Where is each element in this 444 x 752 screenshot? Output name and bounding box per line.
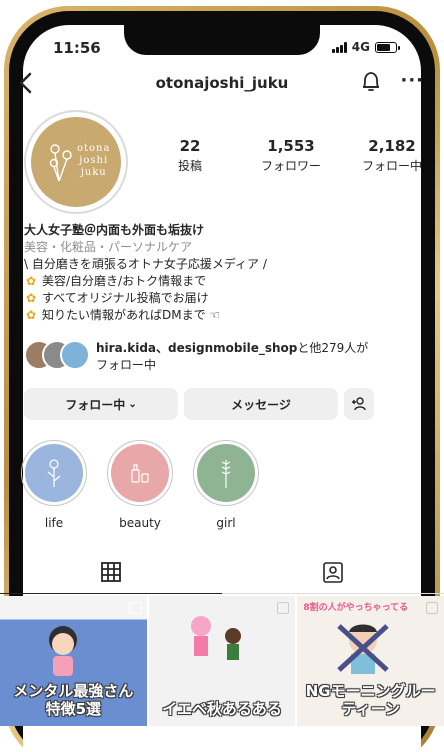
followed-by-suffix: と他279人が: [297, 341, 369, 355]
post-illustration: [49, 626, 77, 676]
highlight-cover: [25, 444, 83, 502]
highlight-cover: [111, 444, 169, 502]
post-thumbnail[interactable]: イエベ秋あるある: [148, 596, 296, 726]
profile-bio: 大人女子塾＠内面も外面も垢抜け 美容・化粧品・パーソナルケア \ 自分磨きを頑張…: [24, 222, 426, 324]
follower-avatars: [24, 340, 92, 370]
followers-count: 1,553: [267, 137, 315, 155]
highlight-label: girl: [216, 516, 236, 530]
cosmetics-icon: [131, 464, 149, 483]
highlight-label: life: [44, 516, 64, 530]
chevron-down-icon: ⌄: [128, 398, 137, 410]
highlight-cover: [197, 444, 255, 502]
avatar-text-line: juku: [80, 167, 107, 178]
avatar-logo-circle: otona joshi juku: [31, 117, 121, 207]
multiple-images-icon: [128, 602, 141, 614]
following-label: フォロー中: [361, 159, 422, 173]
bio-line-item: ✿ 知りたい情報があればDMまで ☜: [24, 307, 426, 324]
following-stat[interactable]: 2,182 フォロー中: [352, 137, 432, 174]
story-highlights: life beauty girl: [14, 440, 444, 530]
highlight-girl[interactable]: girl: [186, 440, 266, 530]
post-thumbnail[interactable]: 8割の人がやっちゃってる NGモーニングルーティーン: [297, 596, 444, 726]
highlight-label: beauty: [119, 516, 161, 530]
multiple-images-icon: [277, 602, 290, 614]
posts-grid: メンタル最強さん特徴5選 イエベ秋あるある 8割の人がやっちゃってる NGモーニ…: [0, 596, 444, 726]
network-label: 4G: [351, 40, 370, 54]
grid-icon: [101, 561, 121, 582]
add-person-icon: [352, 397, 366, 411]
tab-posts-grid[interactable]: [0, 550, 222, 594]
avatar: [60, 340, 90, 370]
followed-by-text: hira.kida、designmobile_shopと他279人が フォロー中: [96, 340, 368, 374]
tagged-person-icon: [323, 561, 343, 583]
bio-line: \ 自分磨きを頑張るオトナ女子応援メディア /: [24, 257, 267, 271]
followers-label: フォロワー: [260, 159, 321, 173]
post-title: NGモーニングルーティーン: [305, 682, 436, 718]
bio-line-item: ✿ すべてオリジナル投稿でお届け: [24, 290, 426, 307]
status-time: 11:56: [53, 39, 101, 57]
add-person-button[interactable]: [344, 388, 374, 420]
signal-icon: [331, 41, 347, 53]
bio-line-item: ✿ 美容/自分磨き/おトク情報まで: [24, 273, 426, 290]
post-title: イエベ秋あるある: [162, 700, 282, 718]
bio-line: すべてオリジナル投稿でお届け: [42, 291, 209, 305]
profile-name: 大人女子塾＠内面も外面も垢抜け: [24, 223, 205, 237]
status-bar: 11:56 4G: [23, 25, 421, 69]
profile-header: otonajoshi_juku ···: [0, 68, 444, 102]
sunflower-icon: ✿: [25, 274, 37, 288]
following-button[interactable]: フォロー中 ⌄: [24, 388, 178, 420]
highlight-ring: [193, 440, 259, 506]
profile-tabs: [0, 550, 444, 594]
flower-icon: [47, 459, 61, 487]
profile-stats: 22 投稿 1,553 フォロワー 2,182 フォロー中: [150, 137, 432, 174]
posts-label: 投稿: [177, 159, 202, 173]
flower-logo-icon: [49, 144, 72, 182]
avatar-logo-text: otona joshi juku: [77, 143, 110, 179]
followed-by-names: hira.kida、designmobile_shop: [96, 341, 298, 355]
post-illustration: [190, 616, 241, 660]
profile-actions: フォロー中 ⌄ メッセージ: [24, 388, 428, 420]
bio-line: 知りたい情報があればDMまで ☜: [42, 308, 221, 322]
tab-tagged[interactable]: [222, 550, 444, 594]
post-thumbnail[interactable]: メンタル最強さん特徴5選: [0, 596, 147, 726]
profile-avatar[interactable]: otona joshi juku: [24, 110, 128, 214]
highlight-beauty[interactable]: beauty: [100, 440, 180, 530]
followed-by-line2: フォロー中: [96, 358, 157, 372]
following-count: 2,182: [368, 137, 416, 155]
followed-by-section[interactable]: hira.kida、designmobile_shopと他279人が フォロー中: [24, 340, 428, 374]
bell-icon[interactable]: [360, 70, 382, 98]
post-illustration: [337, 624, 390, 674]
posts-count: 22: [179, 137, 201, 155]
followers-stat[interactable]: 1,553 フォロワー: [251, 137, 331, 174]
multiple-images-icon: [426, 602, 438, 614]
highlight-life[interactable]: life: [14, 440, 94, 530]
battery-icon: [375, 41, 400, 53]
lavender-icon: [221, 460, 231, 488]
sunflower-icon: ✿: [25, 308, 37, 322]
post-title: メンタル最強さん特徴5選: [13, 682, 134, 718]
profile-category[interactable]: 美容・化粧品・パーソナルケア: [24, 239, 426, 256]
sunflower-icon: ✿: [25, 291, 37, 305]
avatar-text-line: otona: [77, 143, 111, 154]
avatar-text-line: joshi: [79, 155, 109, 166]
message-button[interactable]: メッセージ: [184, 388, 338, 420]
more-options-icon[interactable]: ···: [400, 70, 424, 91]
highlight-ring: [21, 440, 87, 506]
bio-line: 美容/自分磨き/おトク情報まで: [42, 274, 207, 288]
posts-stat[interactable]: 22 投稿: [150, 137, 230, 174]
post-tag: 8割の人がやっちゃってる: [303, 603, 409, 613]
following-button-label: フォロー中: [65, 397, 126, 412]
highlight-ring: [107, 440, 173, 506]
